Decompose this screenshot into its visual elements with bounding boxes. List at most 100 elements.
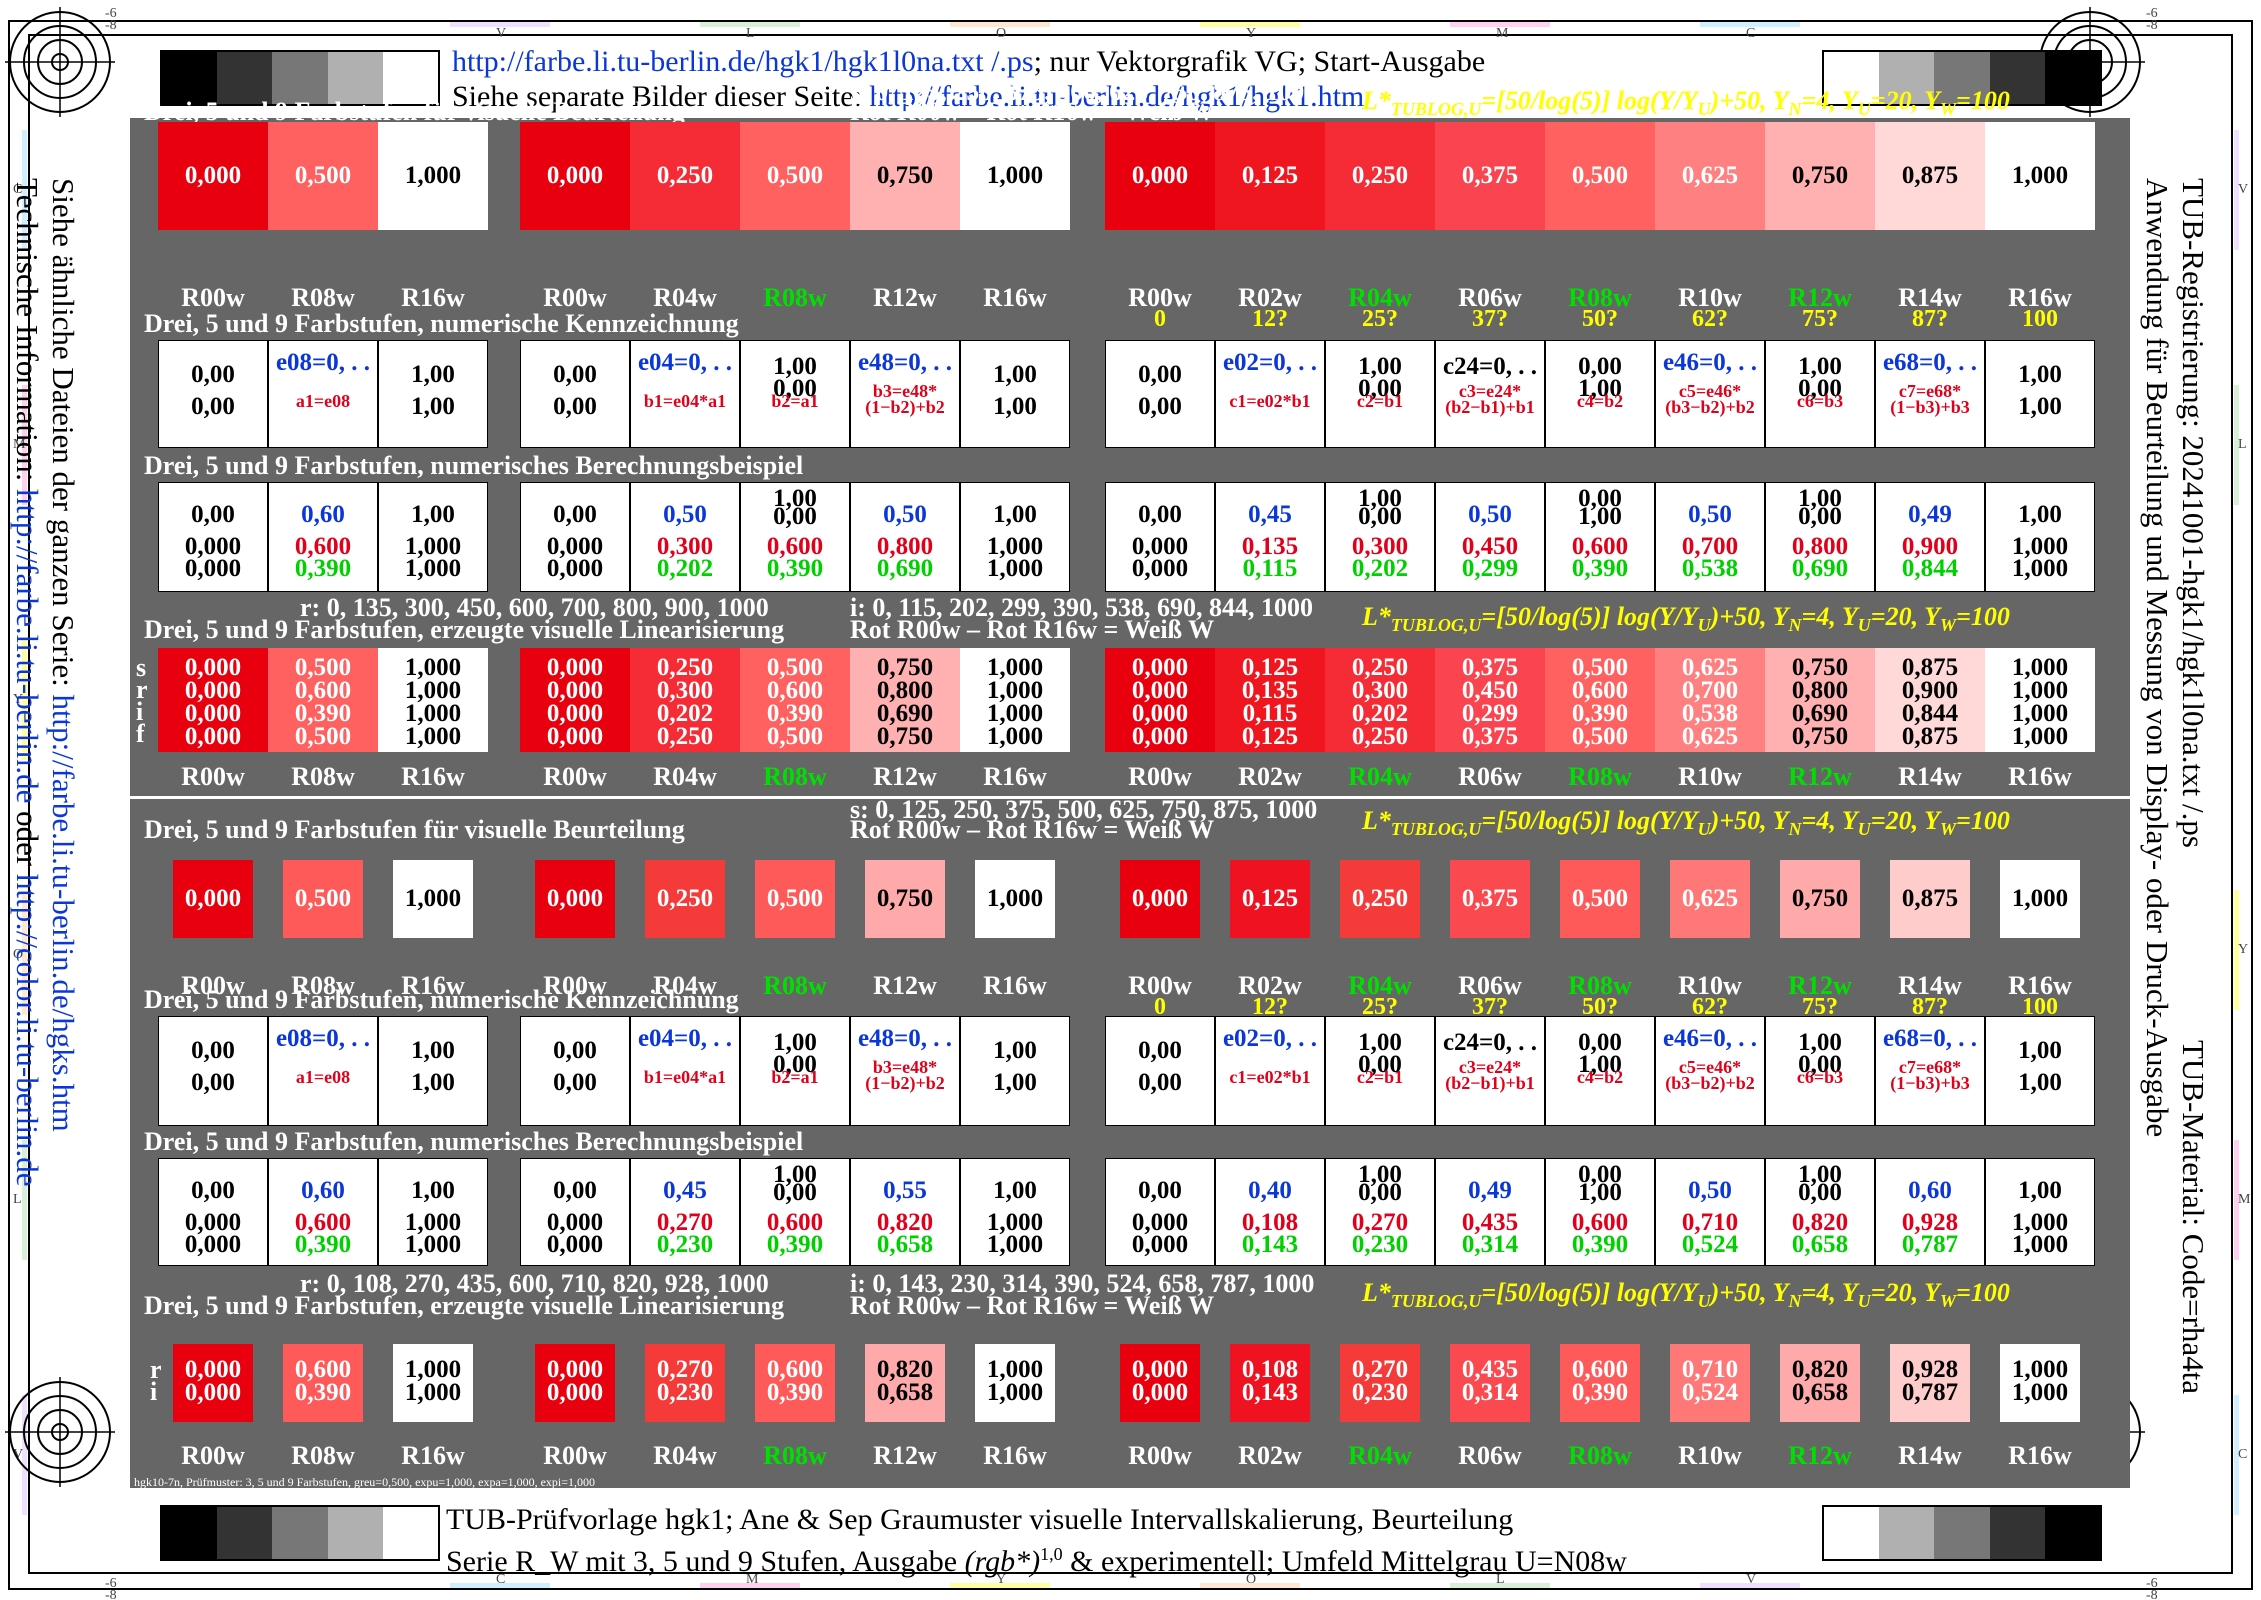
numeric-value: 0,00 (1138, 1037, 1182, 1064)
color-patch: 0,375 (1435, 122, 1545, 230)
color-patch: 0,500 (1545, 122, 1655, 230)
half-divider (130, 796, 2130, 799)
step-label: R16w (983, 283, 1047, 312)
example-value: 0,390 (294, 1231, 352, 1258)
formula-part: =4, Y (1801, 1278, 1858, 1307)
color-patch: 0,125 (1230, 860, 1310, 938)
linearisation-row: 0,000 0,000 0,000 0,000 0,125 0,135 0,115 0,125… (1105, 648, 2095, 752)
linear-patch: 0,500 0,600 0,390 0,500 (268, 648, 378, 752)
example-value: 0,000 (546, 1231, 604, 1258)
example-value: 0,00 (1798, 503, 1842, 530)
patch-value: 0,875 (1901, 885, 1959, 912)
example-value: 1,000 (986, 555, 1044, 582)
example-cell: 0,00 0,000 0,000 (520, 482, 630, 592)
step-label: R04w (653, 762, 717, 791)
numeric-value: e48=0, . . (857, 349, 953, 376)
example-cell: 1,00 1,000 1,000 (378, 1158, 488, 1266)
mark-label: M (2238, 1192, 2251, 1207)
percent-label: 75? (1802, 306, 1838, 332)
step-label: R10w (1678, 1441, 1742, 1470)
numeric-row: 0,00 0,00 e04=0, . . b1=e04*a1 1,00 0,00 b2=a1… (520, 340, 1070, 448)
step-label: R12w (1788, 1441, 1852, 1470)
linear-patch: 1,000 1,000 (393, 1344, 473, 1422)
step-label: R04w (653, 1441, 717, 1470)
patch-value: 0,500 (1571, 885, 1629, 912)
numeric-value: 1,00 (993, 1069, 1037, 1096)
linear-patch: 0,270 0,230 (1340, 1344, 1420, 1422)
step-label: R08w (291, 283, 355, 312)
example-row: 0,00 0,000 0,000 0,45 0,135 0,115 1,00 0,00 0,30… (1105, 482, 2095, 592)
step-label: R04w (1348, 762, 1412, 791)
formula-part: =[50/log(5)] log(Y/Y (1481, 602, 1698, 631)
formula-part: =4, Y (1801, 806, 1858, 835)
color-link[interactable]: http://color.li.tu-berlin.de (10, 874, 45, 1187)
color-patch: 0,000 (158, 122, 268, 230)
example-cell: 0,00 0,000 0,000 (1105, 1158, 1215, 1266)
linear-patch: 1,000 1,000 (975, 1344, 1055, 1422)
formula-part: =100 (1956, 1278, 2010, 1307)
test-chart-page: V L O Y M C C M Y O L V C M Y O L V V L Y M C -6 -8 -6 -8 -6 -8 -6 -8 … (0, 0, 2261, 1600)
example-row: 0,00 0,000 0,000 0,50 0,300 0,202 1,00 0,00 0,60… (520, 482, 1070, 592)
gray-patch (272, 1507, 328, 1559)
patch-value: 0,500 (766, 885, 824, 912)
numeric-cell: 1,00 1,00 (960, 1016, 1070, 1126)
patch-value: 1,000 (986, 885, 1044, 912)
numeric-value: e04=0, . . (637, 349, 733, 376)
left-side-text-1: Siehe ähnliche Dateien der ganzen Serie: (46, 178, 81, 695)
series-link[interactable]: http://farbe.li.tu-berlin.de/hgks.htm (46, 694, 81, 1131)
patch-value: 0,625 (1681, 162, 1739, 189)
mark-label: V (496, 26, 507, 41)
gray-patch (2044, 52, 2101, 104)
step-label: R00w (543, 1441, 607, 1470)
linear-value: 1,000 (986, 1379, 1044, 1406)
numeric-cell: e04=0, . . b1=e04*a1 (630, 1016, 740, 1126)
numeric-cell: 0,00 0,00 (1105, 1016, 1215, 1126)
linear-value: 0,500 (294, 723, 352, 750)
numeric-value: 0,00 (553, 361, 597, 388)
formula-part: =[50/log(5)] log(Y/Y (1481, 1278, 1698, 1307)
section-title: Drei, 5 und 9 Farbstufen, numerisches Be… (144, 451, 804, 480)
numeric-cell: 0,00 0,00 (158, 340, 268, 448)
gray-patch (1824, 1507, 1880, 1559)
visual-row: 0,000 0,125 0,250 0,375 0,500 0,625 0,750 0,875… (1105, 122, 2095, 230)
example-value: 0,000 (184, 555, 242, 582)
corner-mark: -8 (105, 1588, 117, 1600)
section-title: Drei, 5 und 9 Farbstufen, erzeugte visue… (144, 615, 785, 644)
patch-value: 0,500 (1571, 162, 1629, 189)
step-label: R14w (1898, 762, 1962, 791)
percent-label: 25? (1362, 306, 1398, 332)
formula-part: )+50, Y (1710, 602, 1789, 631)
numeric-cell: 1,00 1,00 (960, 340, 1070, 448)
example-value: 1,000 (986, 1231, 1044, 1258)
numeric-cell: e08=0, . . a1=e08 (268, 1016, 378, 1126)
srif-label: f (136, 719, 145, 748)
step-label: R02w (1238, 1441, 1302, 1470)
farbe-link[interactable]: http://farbe.li.tu-berlin.de (10, 489, 45, 803)
example-cell: 1,00 0,00 0,820 0,658 (1765, 1158, 1875, 1266)
linear-value: 0,000 (184, 1379, 242, 1406)
step-label: R08w (763, 971, 827, 1000)
percent-label: 50? (1582, 994, 1618, 1020)
step-label: R08w (291, 762, 355, 791)
example-value: 1,00 (2018, 1177, 2062, 1204)
percent-label: 100 (2022, 994, 2058, 1020)
ri-label: i (150, 1377, 158, 1406)
color-patch: 0,750 (1780, 860, 1860, 938)
numeric-cell: 1,00 1,00 (1985, 1016, 2095, 1126)
example-value: 0,50 (1468, 501, 1512, 528)
patch-value: 0,875 (1901, 162, 1959, 189)
source-file-link[interactable]: http://farbe.li.tu-berlin.de/hgk1/hgk1l0… (452, 45, 1034, 78)
example-value: 0,000 (184, 1231, 242, 1258)
gray-wedge-bottom-left (160, 1505, 440, 1561)
percent-label: 87? (1912, 994, 1948, 1020)
example-value: 0,00 (191, 501, 235, 528)
numeric-value: c2=b1 (1356, 1067, 1404, 1087)
linear-patch: 0,625 0,700 0,538 0,625 (1655, 648, 1765, 752)
section-title: Drei, 5 und 9 Farbstufen, numerisches Be… (144, 1127, 804, 1156)
example-cell: 0,60 0,928 0,787 (1875, 1158, 1985, 1266)
mark-label: Y (1246, 26, 1257, 41)
color-patch: 1,000 (2000, 860, 2080, 938)
linear-value: 0,390 (1571, 1379, 1629, 1406)
luminance-formula: L*TUBLOG,U=[50/log(5)] log(Y/YU)+50, YN=… (1362, 808, 2010, 842)
color-patch: 0,375 (1450, 860, 1530, 938)
